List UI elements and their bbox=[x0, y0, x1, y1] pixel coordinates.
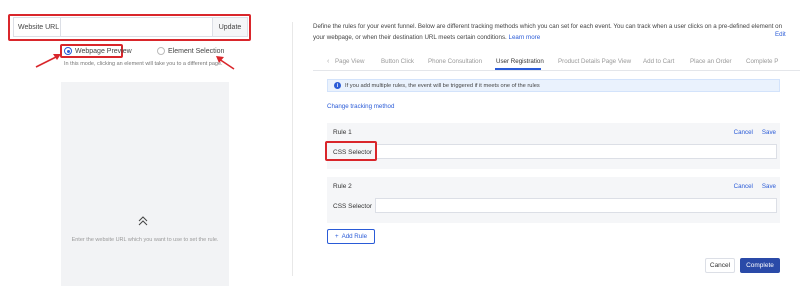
info-text: If you add multiple rules, the event wil… bbox=[345, 82, 540, 89]
rule-save-button[interactable]: Save bbox=[762, 183, 776, 190]
left-panel: Website URL Update Webpage Preview Eleme… bbox=[0, 0, 292, 286]
description-line-2-text: your webpage, or when their destination … bbox=[313, 34, 507, 41]
tabs-scroll-left-icon[interactable]: ‹ bbox=[327, 58, 329, 65]
edit-link[interactable]: Edit bbox=[775, 31, 786, 38]
tab-page-view[interactable]: Page View bbox=[335, 58, 364, 65]
tab-complete-p[interactable]: Complete P bbox=[746, 58, 778, 65]
css-selector-input[interactable] bbox=[375, 198, 777, 213]
info-banner: i If you add multiple rules, the event w… bbox=[327, 79, 780, 92]
rule-actions: Cancel Save bbox=[734, 183, 776, 190]
website-url-input[interactable] bbox=[61, 18, 212, 36]
add-rule-button[interactable]: + Add Rule bbox=[327, 229, 375, 244]
element-selection-radio[interactable]: Element Selection bbox=[157, 47, 224, 55]
css-selector-annotation-box bbox=[325, 141, 377, 161]
website-url-group: Website URL Update bbox=[13, 17, 248, 37]
css-selector-input[interactable] bbox=[375, 144, 777, 159]
webpage-preview-radio[interactable]: Webpage Preview bbox=[64, 47, 132, 55]
panel-divider bbox=[292, 22, 293, 276]
rule-cancel-button[interactable]: Cancel bbox=[734, 129, 753, 136]
rule-actions: Cancel Save bbox=[734, 129, 776, 136]
cancel-button[interactable]: Cancel bbox=[705, 258, 735, 273]
radio-selected-icon bbox=[64, 47, 72, 55]
website-url-label: Website URL bbox=[14, 18, 61, 36]
tab-add-to-cart[interactable]: Add to Cart bbox=[643, 58, 674, 65]
tab-button-click[interactable]: Button Click bbox=[381, 58, 414, 65]
radio-unselected-icon bbox=[157, 47, 165, 55]
rule-title: Rule 1 bbox=[333, 129, 352, 136]
tab-phone-consultation[interactable]: Phone Consultation bbox=[428, 58, 482, 65]
complete-button[interactable]: Complete bbox=[740, 258, 780, 273]
mode-hint: In this mode, clicking an element will t… bbox=[64, 61, 223, 67]
rule-cancel-button[interactable]: Cancel bbox=[734, 183, 753, 190]
description-line-2: your webpage, or when their destination … bbox=[313, 32, 800, 43]
double-chevron-up-icon bbox=[138, 216, 148, 226]
info-icon: i bbox=[334, 82, 341, 89]
learn-more-link[interactable]: Learn more bbox=[509, 34, 541, 41]
tab-place-an-order[interactable]: Place an Order bbox=[690, 58, 732, 65]
rule-save-button[interactable]: Save bbox=[762, 129, 776, 136]
tab-product-details-page-view[interactable]: Product Details Page View bbox=[558, 58, 631, 65]
webpage-preview-label: Webpage Preview bbox=[75, 47, 132, 55]
rule-title: Rule 2 bbox=[333, 183, 352, 190]
tab-user-registration[interactable]: User Registration bbox=[496, 58, 544, 65]
rule-card: Rule 2 Cancel Save CSS Selector bbox=[327, 177, 780, 223]
description-line-1: Define the rules for your event funnel. … bbox=[313, 23, 783, 30]
css-selector-label: CSS Selector bbox=[333, 203, 373, 210]
webpage-preview-area bbox=[61, 82, 229, 286]
change-tracking-method-link[interactable]: Change tracking method bbox=[327, 103, 394, 110]
add-rule-label: Add Rule bbox=[341, 233, 368, 240]
element-selection-label: Element Selection bbox=[168, 47, 225, 55]
preview-placeholder-text: Enter the website URL which you want to … bbox=[71, 237, 219, 243]
active-tab-indicator bbox=[495, 68, 541, 70]
funnel-description: Define the rules for your event funnel. … bbox=[313, 21, 800, 43]
update-button[interactable]: Update bbox=[212, 18, 247, 36]
rule-card: Rule 1 Cancel Save CSS Selector bbox=[327, 123, 780, 169]
plus-icon: + bbox=[334, 233, 339, 240]
